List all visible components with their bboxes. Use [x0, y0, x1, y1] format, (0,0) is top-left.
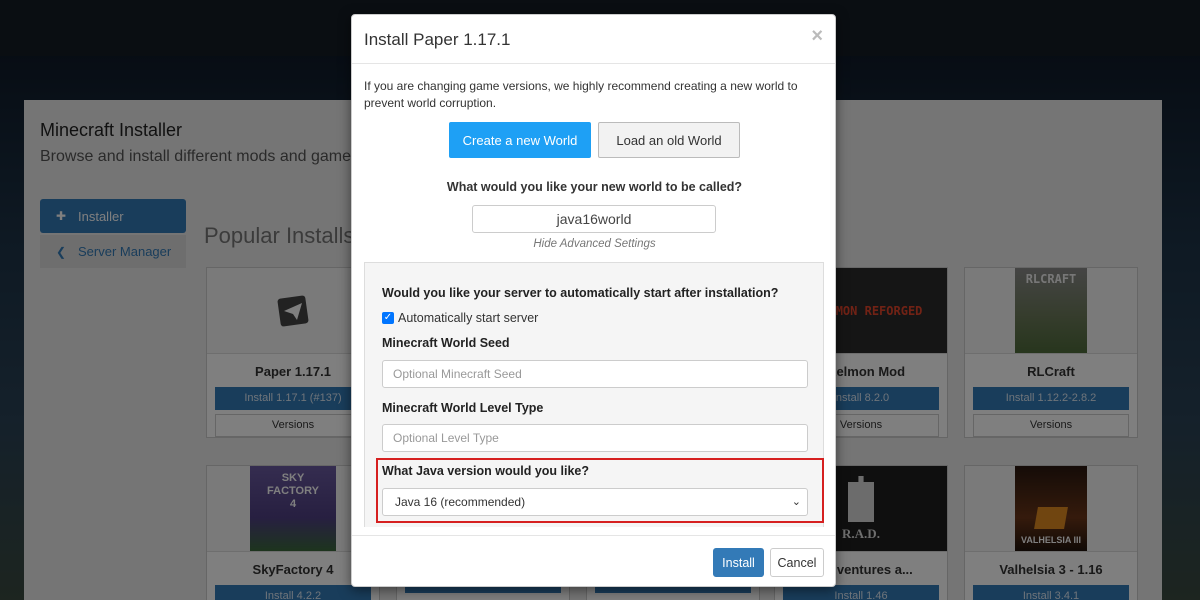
cancel-button[interactable]: Cancel	[770, 548, 824, 577]
install-modal: Install Paper 1.17.1 × If you are changi…	[351, 14, 836, 587]
autostart-checkbox-label: Automatically start server	[398, 311, 539, 325]
java-version-select[interactable]: Java 16 (recommended) ⌄	[382, 488, 808, 516]
seed-label: Minecraft World Seed	[382, 336, 510, 350]
autostart-question: Would you like your server to automatica…	[382, 286, 779, 300]
close-icon[interactable]: ×	[811, 25, 823, 48]
modal-footer: Install Cancel	[352, 535, 835, 586]
java-version-question: What Java version would you like?	[382, 464, 589, 478]
advanced-settings-panel: Would you like your server to automatica…	[364, 262, 824, 527]
world-name-input[interactable]	[472, 205, 716, 233]
install-button[interactable]: Install	[713, 548, 764, 577]
world-name-question: What would you like your new world to be…	[446, 180, 743, 194]
create-world-button[interactable]: Create a new World	[449, 122, 591, 158]
modal-header: Install Paper 1.17.1 ×	[352, 15, 835, 64]
load-world-button[interactable]: Load an old World	[598, 122, 740, 158]
seed-input[interactable]: Optional Minecraft Seed	[382, 360, 808, 388]
java-version-selected: Java 16 (recommended)	[395, 495, 526, 509]
hide-advanced-settings-link[interactable]: Hide Advanced Settings	[352, 238, 835, 250]
level-type-label: Minecraft World Level Type	[382, 401, 544, 415]
checkbox-checked-icon[interactable]: ✓	[382, 312, 394, 324]
chevron-down-icon: ⌄	[791, 496, 801, 508]
level-type-input[interactable]: Optional Level Type	[382, 424, 808, 452]
world-warning-text: If you are changing game versions, we hi…	[364, 79, 798, 110]
modal-body: If you are changing game versions, we hi…	[352, 65, 835, 535]
autostart-checkbox-row[interactable]: ✓ Automatically start server	[382, 311, 538, 325]
modal-title: Install Paper 1.17.1	[364, 30, 511, 49]
